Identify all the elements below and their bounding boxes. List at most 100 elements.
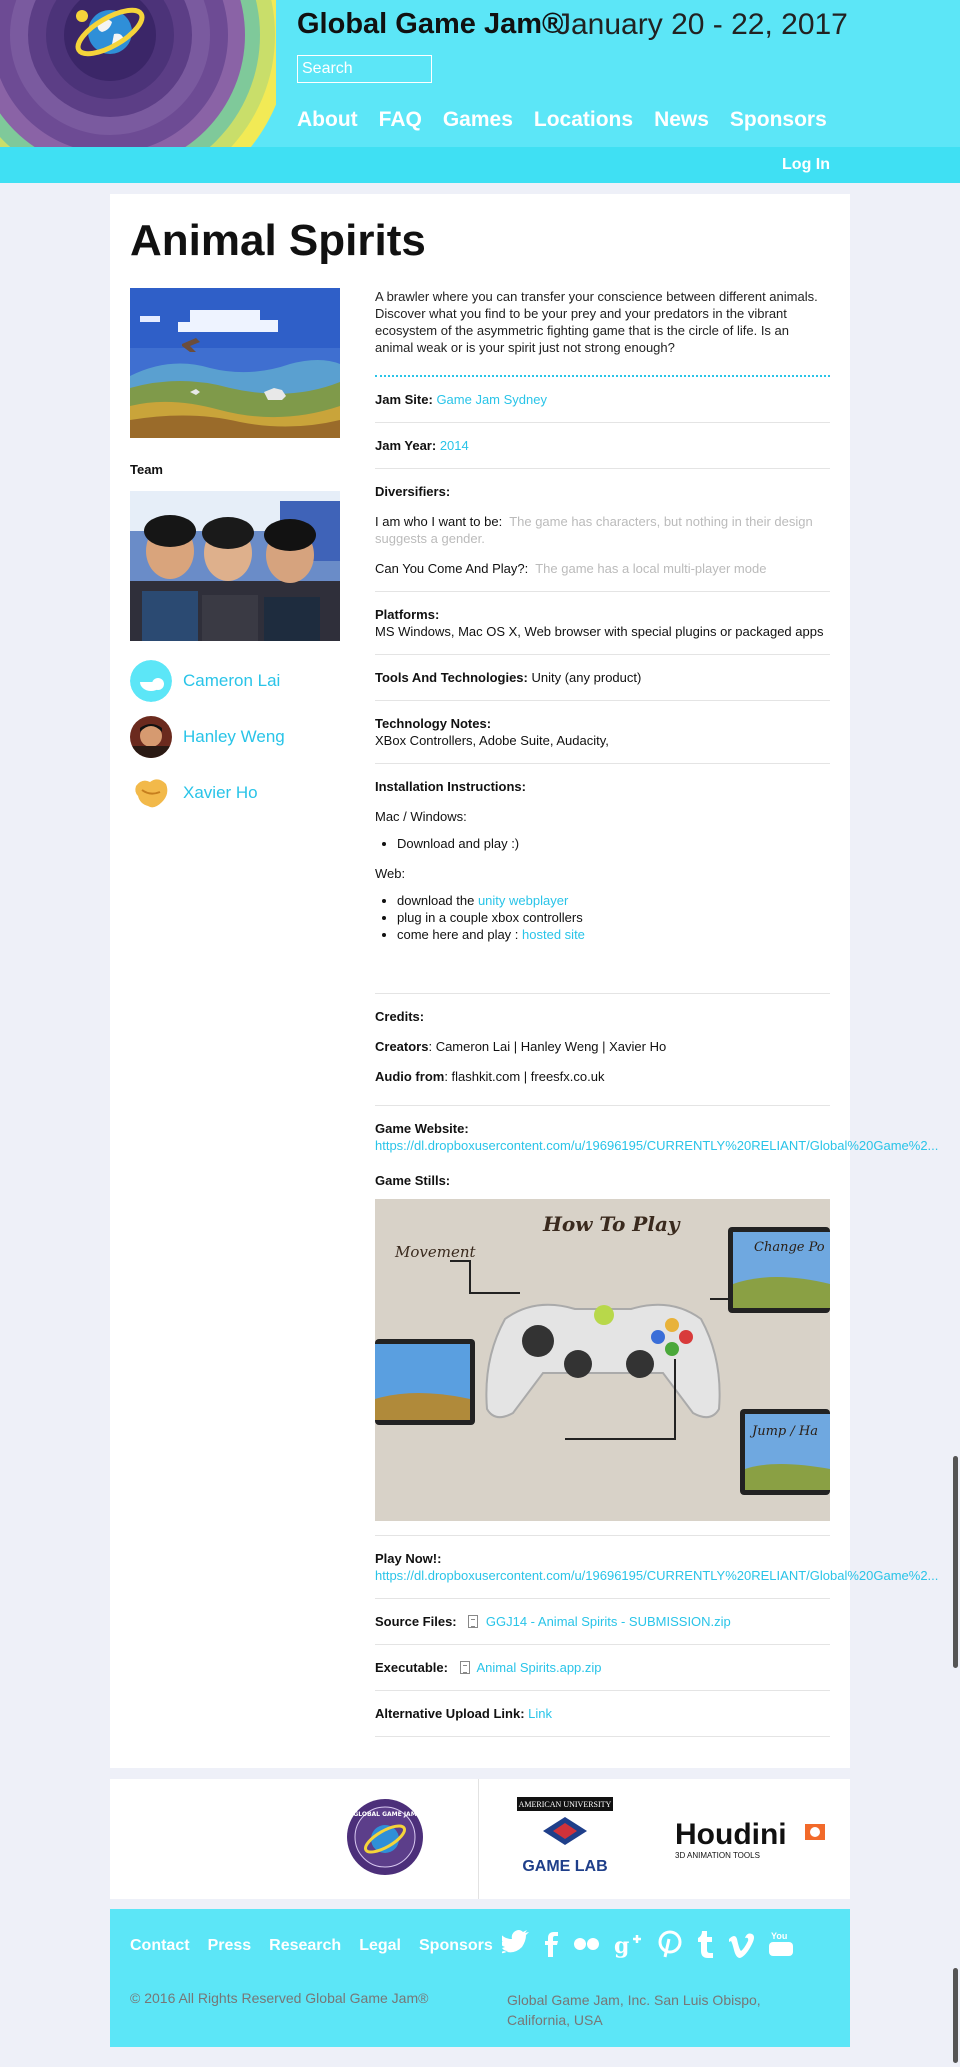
install-mac-heading: Mac / Windows:: [375, 809, 467, 824]
jam-date: January 20 - 22, 2017: [556, 8, 848, 41]
jam-year-link[interactable]: 2014: [440, 438, 469, 453]
website-link[interactable]: https://dl.dropboxusercontent.com/u/1969…: [375, 1138, 938, 1153]
website-label: Game Website:: [375, 1121, 469, 1136]
list-item: plug in a couple xbox controllers: [397, 909, 830, 926]
houdini-subtext: 3D ANIMATION TOOLS: [675, 1851, 760, 1860]
american-university-text: AMERICAN UNIVERSITY: [519, 1800, 612, 1809]
tech-notes-label: Technology Notes:: [375, 716, 492, 731]
tools-label: Tools And Technologies:: [375, 670, 528, 685]
svg-text:g: g: [614, 1933, 629, 1959]
houdini-text: Houdini: [675, 1818, 787, 1851]
copyright-text: © 2016 All Rights Reserved Global Game J…: [130, 1990, 429, 2006]
facebook-icon[interactable]: [544, 1929, 558, 1968]
jam-site-link[interactable]: Game Jam Sydney: [436, 392, 547, 407]
executable-link[interactable]: Animal Spirits.app.zip: [477, 1660, 602, 1675]
sponsor-divider: [478, 1779, 479, 1899]
alt-upload-label: Alternative Upload Link:: [375, 1706, 525, 1721]
tech-notes-value: XBox Controllers, Adobe Suite, Audacity,: [375, 733, 609, 748]
stills-label: Game Stills:: [375, 1173, 451, 1188]
tools-field: Tools And Technologies: Unity (any produ…: [375, 655, 830, 701]
nav-sponsors[interactable]: Sponsors: [730, 108, 827, 132]
site-footer: Contact Press Research Legal Sponsors g …: [110, 1909, 850, 2047]
team-member-link[interactable]: Hanley Weng: [183, 727, 285, 747]
youtube-icon[interactable]: You: [768, 1929, 794, 1968]
footer-legal-link[interactable]: Legal: [359, 1937, 401, 1955]
footer-sponsors-link[interactable]: Sponsors: [419, 1937, 493, 1955]
game-still-image[interactable]: How To Play Movement Change Po Jump / Ha: [375, 1199, 830, 1521]
google-plus-icon[interactable]: g: [614, 1929, 644, 1968]
still-movement-label: Movement: [394, 1243, 477, 1261]
game-lab-text: GAME LAB: [522, 1858, 607, 1875]
team-member: Xavier Ho: [130, 772, 258, 814]
play-now-link[interactable]: https://dl.dropboxusercontent.com/u/1969…: [375, 1568, 938, 1583]
tumblr-icon[interactable]: [696, 1929, 714, 1968]
svg-text:You: You: [771, 1931, 787, 1941]
nav-about[interactable]: About: [297, 108, 358, 132]
scrollbar-thumb[interactable]: [953, 1968, 958, 2063]
pinterest-icon[interactable]: [658, 1929, 682, 1968]
game-description: A brawler where you can transfer your co…: [375, 289, 818, 355]
globe-logo-icon[interactable]: [70, 4, 150, 62]
nav-locations[interactable]: Locations: [534, 108, 633, 132]
still-change-label: Change Po: [754, 1240, 825, 1255]
scrollbar-thumb[interactable]: [953, 1456, 958, 1668]
team-member: Hanley Weng: [130, 716, 285, 758]
list-item: come here and play : hosted site: [397, 926, 830, 943]
install-field: Installation Instructions: Mac / Windows…: [375, 764, 830, 994]
ggj-seal-logo[interactable]: GLOBAL GAME JAM: [345, 1797, 425, 1877]
jam-site-label: Jam Site:: [375, 392, 433, 407]
avatar[interactable]: [130, 772, 172, 814]
file-icon: [468, 1615, 479, 1628]
executable-label: Executable:: [375, 1660, 448, 1675]
nav-news[interactable]: News: [654, 108, 709, 132]
still-heading: How To Play: [542, 1212, 681, 1236]
diversifier-label: I am who I want to be:: [375, 514, 503, 529]
game-details: A brawler where you can transfer your co…: [375, 288, 938, 1737]
tools-value: Unity (any product): [531, 670, 642, 685]
avatar[interactable]: [130, 716, 172, 758]
login-link[interactable]: Log In: [782, 156, 830, 174]
install-web-list: download the unity webplayer plug in a c…: [397, 892, 830, 943]
website-field: Game Website: https://dl.dropboxusercont…: [375, 1106, 938, 1168]
diversifiers-label: Diversifiers:: [375, 484, 451, 499]
footer-research-link[interactable]: Research: [269, 1937, 341, 1955]
nav-games[interactable]: Games: [443, 108, 513, 132]
unity-webplayer-link[interactable]: unity webplayer: [478, 893, 568, 908]
alt-upload-link[interactable]: Link: [528, 1706, 552, 1721]
team-member-link[interactable]: Cameron Lai: [183, 671, 280, 691]
nav-faq[interactable]: FAQ: [379, 108, 422, 132]
search-input[interactable]: [297, 55, 432, 83]
creators-label: Creators: [375, 1039, 429, 1054]
footer-contact-link[interactable]: Contact: [130, 1937, 190, 1955]
install-mac-list: Download and play :): [397, 835, 830, 852]
list-item: download the unity webplayer: [397, 892, 830, 909]
vimeo-icon[interactable]: [728, 1929, 754, 1968]
site-title[interactable]: Global Game Jam®: [297, 8, 563, 41]
flickr-icon[interactable]: [572, 1929, 600, 1968]
main-nav: About FAQ Games Locations News Sponsors: [297, 108, 848, 132]
diversifier-value: The game has a local multi-player mode: [535, 561, 767, 576]
jam-year-label: Jam Year:: [375, 438, 437, 453]
social-links: g You: [498, 1929, 794, 1968]
executable-field: Executable: Animal Spirits.app.zip: [375, 1645, 830, 1691]
audio-label: Audio from: [375, 1069, 445, 1084]
diversifier-label: Can You Come And Play?:: [375, 561, 529, 576]
twitter-icon[interactable]: [498, 1929, 530, 1968]
source-file-link[interactable]: GGJ14 - Animal Spirits - SUBMISSION.zip: [486, 1614, 731, 1629]
play-field: Play Now!: https://dl.dropboxusercontent…: [375, 1536, 938, 1599]
team-heading: Team: [130, 462, 163, 477]
alt-upload-field: Alternative Upload Link: Link: [375, 1691, 830, 1737]
platforms-field: Platforms: MS Windows, Mac OS X, Web bro…: [375, 592, 830, 655]
game-screenshot[interactable]: [130, 288, 340, 438]
credits-label: Credits:: [375, 1009, 425, 1024]
avatar[interactable]: [130, 660, 172, 702]
houdini-logo[interactable]: Houdini 3D ANIMATION TOOLS: [675, 1814, 835, 1864]
source-field: Source Files: GGJ14 - Animal Spirits - S…: [375, 1599, 830, 1645]
footer-press-link[interactable]: Press: [208, 1937, 252, 1955]
platforms-value: MS Windows, Mac OS X, Web browser with s…: [375, 624, 824, 639]
game-lab-logo[interactable]: AMERICAN UNIVERSITY GAME LAB: [515, 1797, 615, 1877]
source-label: Source Files:: [375, 1614, 457, 1629]
team-member-link[interactable]: Xavier Ho: [183, 783, 258, 803]
hosted-site-link[interactable]: hosted site: [522, 927, 585, 942]
sponsors-strip: GLOBAL GAME JAM AMERICAN UNIVERSITY GAME…: [110, 1779, 850, 1899]
